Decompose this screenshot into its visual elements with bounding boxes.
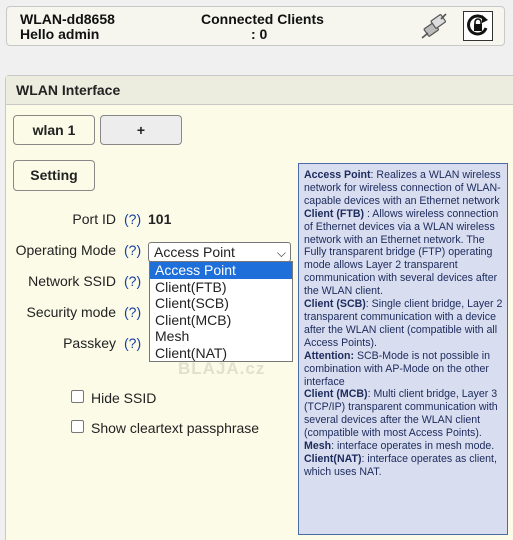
hide-ssid-checkbox[interactable] (71, 390, 84, 403)
help-panel: Access Point: Realizes a WLAN wireless n… (298, 163, 508, 535)
help-entry: Access Point: Realizes a WLAN wireless n… (304, 169, 501, 207)
option-client-mcb[interactable]: Client(MCB) (150, 312, 292, 329)
show-passphrase-checkbox[interactable] (71, 420, 84, 433)
help-entry: Client (SCB): Single client bridge, Laye… (304, 298, 503, 349)
tab-wlan-1[interactable]: wlan 1 (13, 115, 95, 145)
passkey-help[interactable]: (?) (124, 335, 141, 351)
greeting-text: Hello admin (20, 26, 100, 42)
add-interface-button[interactable]: + (100, 115, 182, 145)
help-entry: Attention: SCB-Mode is not possible in c… (304, 349, 491, 388)
port-id-help[interactable]: (?) (124, 211, 141, 227)
watermark: BLAJA.cz (178, 359, 266, 378)
hide-ssid-label: Hide SSID (91, 390, 157, 406)
port-id-label: Port ID (72, 211, 116, 227)
chevron-down-icon: ⌵ (276, 246, 286, 260)
network-ssid-help[interactable]: (?) (124, 273, 141, 289)
connected-clients-label: Connected Clients (201, 11, 324, 27)
network-disconnect-icon[interactable] (419, 11, 449, 41)
option-client-scb[interactable]: Client(SCB) (150, 295, 292, 312)
operating-mode-label: Operating Mode (15, 242, 116, 258)
header-bar: WLAN-dd8658 Hello admin Connected Client… (6, 6, 505, 46)
network-ssid-label: Network SSID (28, 273, 116, 289)
operating-mode-dropdown[interactable]: Access Point Client(FTB) Client(SCB) Cli… (149, 261, 293, 362)
port-id-value: 101 (148, 211, 172, 227)
connected-clients-count: : 0 (251, 26, 268, 42)
reboot-icon[interactable] (463, 11, 493, 41)
option-access-point[interactable]: Access Point (150, 262, 292, 279)
setting-button[interactable]: Setting (13, 160, 95, 191)
panel-header: WLAN Interface (6, 76, 513, 105)
help-entry: Mesh: interface operates in mesh mode. (304, 440, 495, 453)
help-entry: Client(NAT): interface operates as clien… (304, 452, 497, 478)
operating-mode-help[interactable]: (?) (124, 242, 141, 258)
show-passphrase-label: Show cleartext passphrase (91, 420, 260, 436)
device-name: WLAN-dd8658 (20, 11, 115, 27)
panel-title: WLAN Interface (16, 82, 121, 98)
security-mode-help[interactable]: (?) (124, 304, 141, 320)
option-client-ftb[interactable]: Client(FTB) (150, 279, 292, 296)
option-mesh[interactable]: Mesh (150, 328, 292, 345)
passkey-label: Passkey (63, 335, 116, 351)
operating-mode-selected: Access Point (154, 244, 235, 260)
operating-mode-select[interactable]: Access Point ⌵ (148, 242, 291, 262)
help-entry: Client (MCB): Multi client bridge, Layer… (304, 388, 498, 440)
security-mode-label: Security mode (26, 304, 116, 320)
help-entry: Client (FTB) : Allows wireless connectio… (304, 207, 499, 298)
